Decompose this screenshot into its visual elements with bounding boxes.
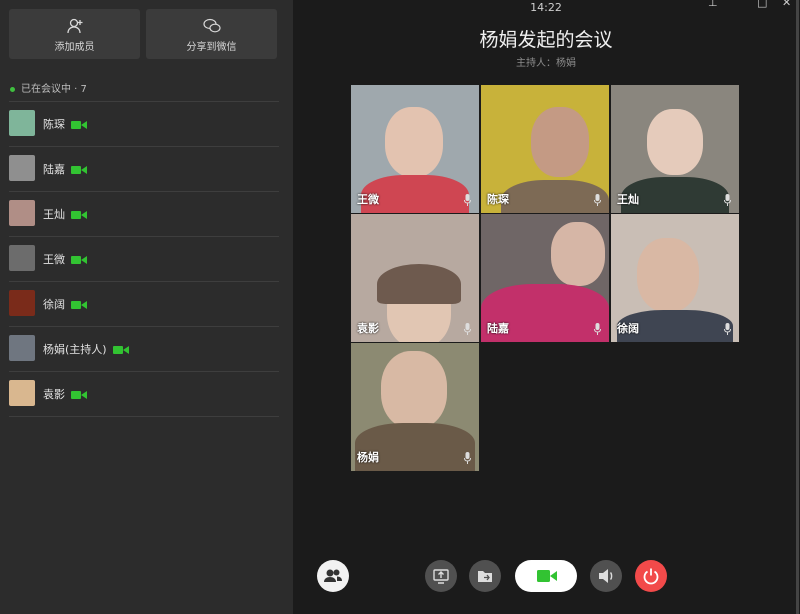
video-tile[interactable]: 徐阔 xyxy=(611,214,739,342)
camera-icon xyxy=(537,570,557,582)
maximize-icon[interactable]: □ xyxy=(757,0,767,9)
members-icon xyxy=(324,569,342,582)
camera-icon xyxy=(71,121,87,129)
close-icon[interactable]: ✕ xyxy=(782,0,791,9)
member-name: 徐阔 xyxy=(43,298,65,311)
participant-name: 王微 xyxy=(357,193,379,206)
mic-icon xyxy=(724,323,731,335)
status-dot xyxy=(10,86,15,92)
file-share-button[interactable] xyxy=(469,560,501,592)
share-wechat-label: 分享到微信 xyxy=(186,42,237,53)
member-item[interactable]: 王灿 xyxy=(9,191,279,236)
camera-icon xyxy=(71,211,87,219)
video-tile[interactable]: 杨娟 xyxy=(351,343,479,471)
mic-icon xyxy=(594,194,601,206)
participant-name: 袁影 xyxy=(357,322,379,335)
screen-share-icon xyxy=(433,569,449,584)
host-label: 主持人：杨娟 xyxy=(516,58,576,69)
participant-name: 陆嘉 xyxy=(487,322,509,335)
end-meeting-button[interactable] xyxy=(635,560,667,592)
camera-icon xyxy=(71,301,87,309)
member-item[interactable]: 袁影 xyxy=(9,371,279,417)
avatar xyxy=(9,155,35,181)
power-icon xyxy=(643,568,659,585)
avatar xyxy=(9,290,35,316)
mic-icon xyxy=(594,323,601,335)
mic-icon xyxy=(464,452,471,464)
video-tile[interactable]: 王灿 xyxy=(611,85,739,213)
participant-name: 徐阔 xyxy=(617,322,639,335)
meeting-title: 杨娟发起的会议 xyxy=(479,29,613,51)
file-share-icon xyxy=(478,571,492,582)
add-member-label: 添加成员 xyxy=(54,42,95,53)
mic-icon xyxy=(464,323,471,335)
speaker-button[interactable] xyxy=(590,560,622,592)
member-name: 王灿 xyxy=(43,208,65,221)
camera-icon xyxy=(71,391,87,399)
in-meeting-label: 已在会议中 · 7 xyxy=(21,84,87,95)
in-meeting-count: 已在会议中 · 7 xyxy=(10,80,87,95)
mic-icon xyxy=(724,194,731,206)
participant-name: 陈琛 xyxy=(487,193,509,206)
video-tile[interactable]: 袁影 xyxy=(351,214,479,342)
share-wechat-button[interactable]: 分享到微信 xyxy=(146,9,277,59)
avatar xyxy=(9,335,35,361)
wechat-icon xyxy=(202,18,221,33)
member-name: 杨娟(主持人) xyxy=(43,343,107,356)
member-list: 陈琛 陆嘉 王灿 王微 徐阔 杨娟(主持人) 袁影 xyxy=(9,101,279,417)
participant-name: 杨娟 xyxy=(357,451,379,464)
avatar xyxy=(9,200,35,226)
member-item[interactable]: 王微 xyxy=(9,236,279,281)
member-item[interactable]: 徐阔 xyxy=(9,281,279,326)
screen-share-button[interactable] xyxy=(425,560,457,592)
participant-name: 王灿 xyxy=(617,193,639,206)
member-name: 袁影 xyxy=(43,388,65,401)
camera-icon xyxy=(112,346,129,354)
sidebar: 添加成员 分享到微信 已在会议中 · 7 陈琛 陆嘉 王灿 王微 徐阔 杨娟(主… xyxy=(0,0,293,614)
video-tile[interactable]: 王微 xyxy=(351,85,479,213)
video-tile[interactable]: 陈琛 xyxy=(481,85,609,213)
speaker-icon xyxy=(599,569,613,583)
member-name: 陈琛 xyxy=(43,118,65,131)
member-name: 陆嘉 xyxy=(43,163,65,176)
member-item[interactable]: 杨娟(主持人) xyxy=(9,326,279,371)
camera-icon xyxy=(71,256,87,264)
add-member-button[interactable]: 添加成员 xyxy=(9,9,140,59)
pin-icon[interactable]: ⊥ xyxy=(708,0,718,9)
member-item[interactable]: 陈琛 xyxy=(9,101,279,146)
avatar xyxy=(9,380,35,406)
camera-icon xyxy=(71,166,87,174)
window-edge xyxy=(796,0,799,614)
avatar xyxy=(9,110,35,136)
camera-toggle-button[interactable] xyxy=(515,560,577,592)
mic-icon xyxy=(464,194,471,206)
member-name: 王微 xyxy=(43,253,65,266)
avatar xyxy=(9,245,35,271)
member-item[interactable]: 陆嘉 xyxy=(9,146,279,191)
members-button[interactable] xyxy=(317,560,349,592)
add-member-icon xyxy=(66,18,82,34)
video-tile[interactable]: 陆嘉 xyxy=(481,214,609,342)
